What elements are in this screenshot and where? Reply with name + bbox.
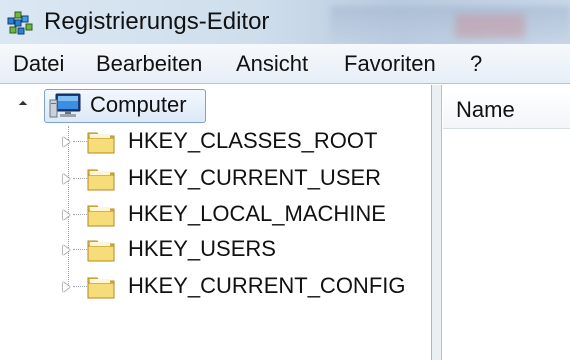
tree-item-label: HKEY_LOCAL_MACHINE: [128, 201, 386, 226]
values-list-pane[interactable]: Name: [443, 85, 570, 360]
expand-arrow-icon[interactable]: [63, 137, 70, 147]
menu-favoriten[interactable]: Favoriten: [344, 50, 436, 78]
tree-root-label: Computer: [90, 92, 187, 117]
expand-arrow-icon[interactable]: [63, 210, 70, 220]
menu-bar: Datei Bearbeiten Ansicht Favoriten ?: [0, 44, 570, 84]
menu-bearbeiten[interactable]: Bearbeiten: [96, 50, 202, 78]
folder-icon: [87, 240, 115, 262]
column-header-label: Name: [456, 97, 515, 122]
tree-item-label: HKEY_CURRENT_USER: [128, 165, 382, 190]
expand-arrow-icon[interactable]: [63, 282, 70, 292]
tree-item-hkey-current-config[interactable]: HKEY_CURRENT_CONFIG: [58, 270, 428, 304]
column-header-name[interactable]: Name: [443, 91, 570, 129]
tree-item-hkey-users[interactable]: HKEY_USERS: [58, 233, 428, 267]
window-title: Registrierungs-Editor: [44, 8, 270, 35]
expand-arrow-icon[interactable]: [63, 174, 70, 184]
pane-splitter[interactable]: [432, 85, 442, 360]
tree-item-label: HKEY_USERS: [128, 236, 276, 261]
title-bar[interactable]: Registrierungs-Editor: [0, 0, 570, 44]
menu-ansicht[interactable]: Ansicht: [236, 50, 308, 78]
folder-icon: [87, 277, 115, 299]
folder-icon: [87, 169, 115, 191]
tree-item-hkey-classes-root[interactable]: HKEY_CLASSES_ROOT: [58, 125, 428, 159]
tree-item-label: HKEY_CURRENT_CONFIG: [128, 273, 406, 298]
tree-item-label: HKEY_CLASSES_ROOT: [128, 128, 378, 153]
tree-item-hkey-current-user[interactable]: HKEY_CURRENT_USER: [58, 162, 428, 196]
menu-help[interactable]: ?: [470, 50, 482, 78]
expand-arrow-icon[interactable]: [63, 245, 70, 255]
menu-datei[interactable]: Datei: [13, 50, 64, 78]
folder-icon: [87, 132, 115, 154]
tree-item-hkey-local-machine[interactable]: HKEY_LOCAL_MACHINE: [58, 198, 428, 232]
folder-icon: [87, 205, 115, 227]
registry-editor-icon: [7, 11, 33, 35]
computer-icon: [49, 93, 81, 118]
